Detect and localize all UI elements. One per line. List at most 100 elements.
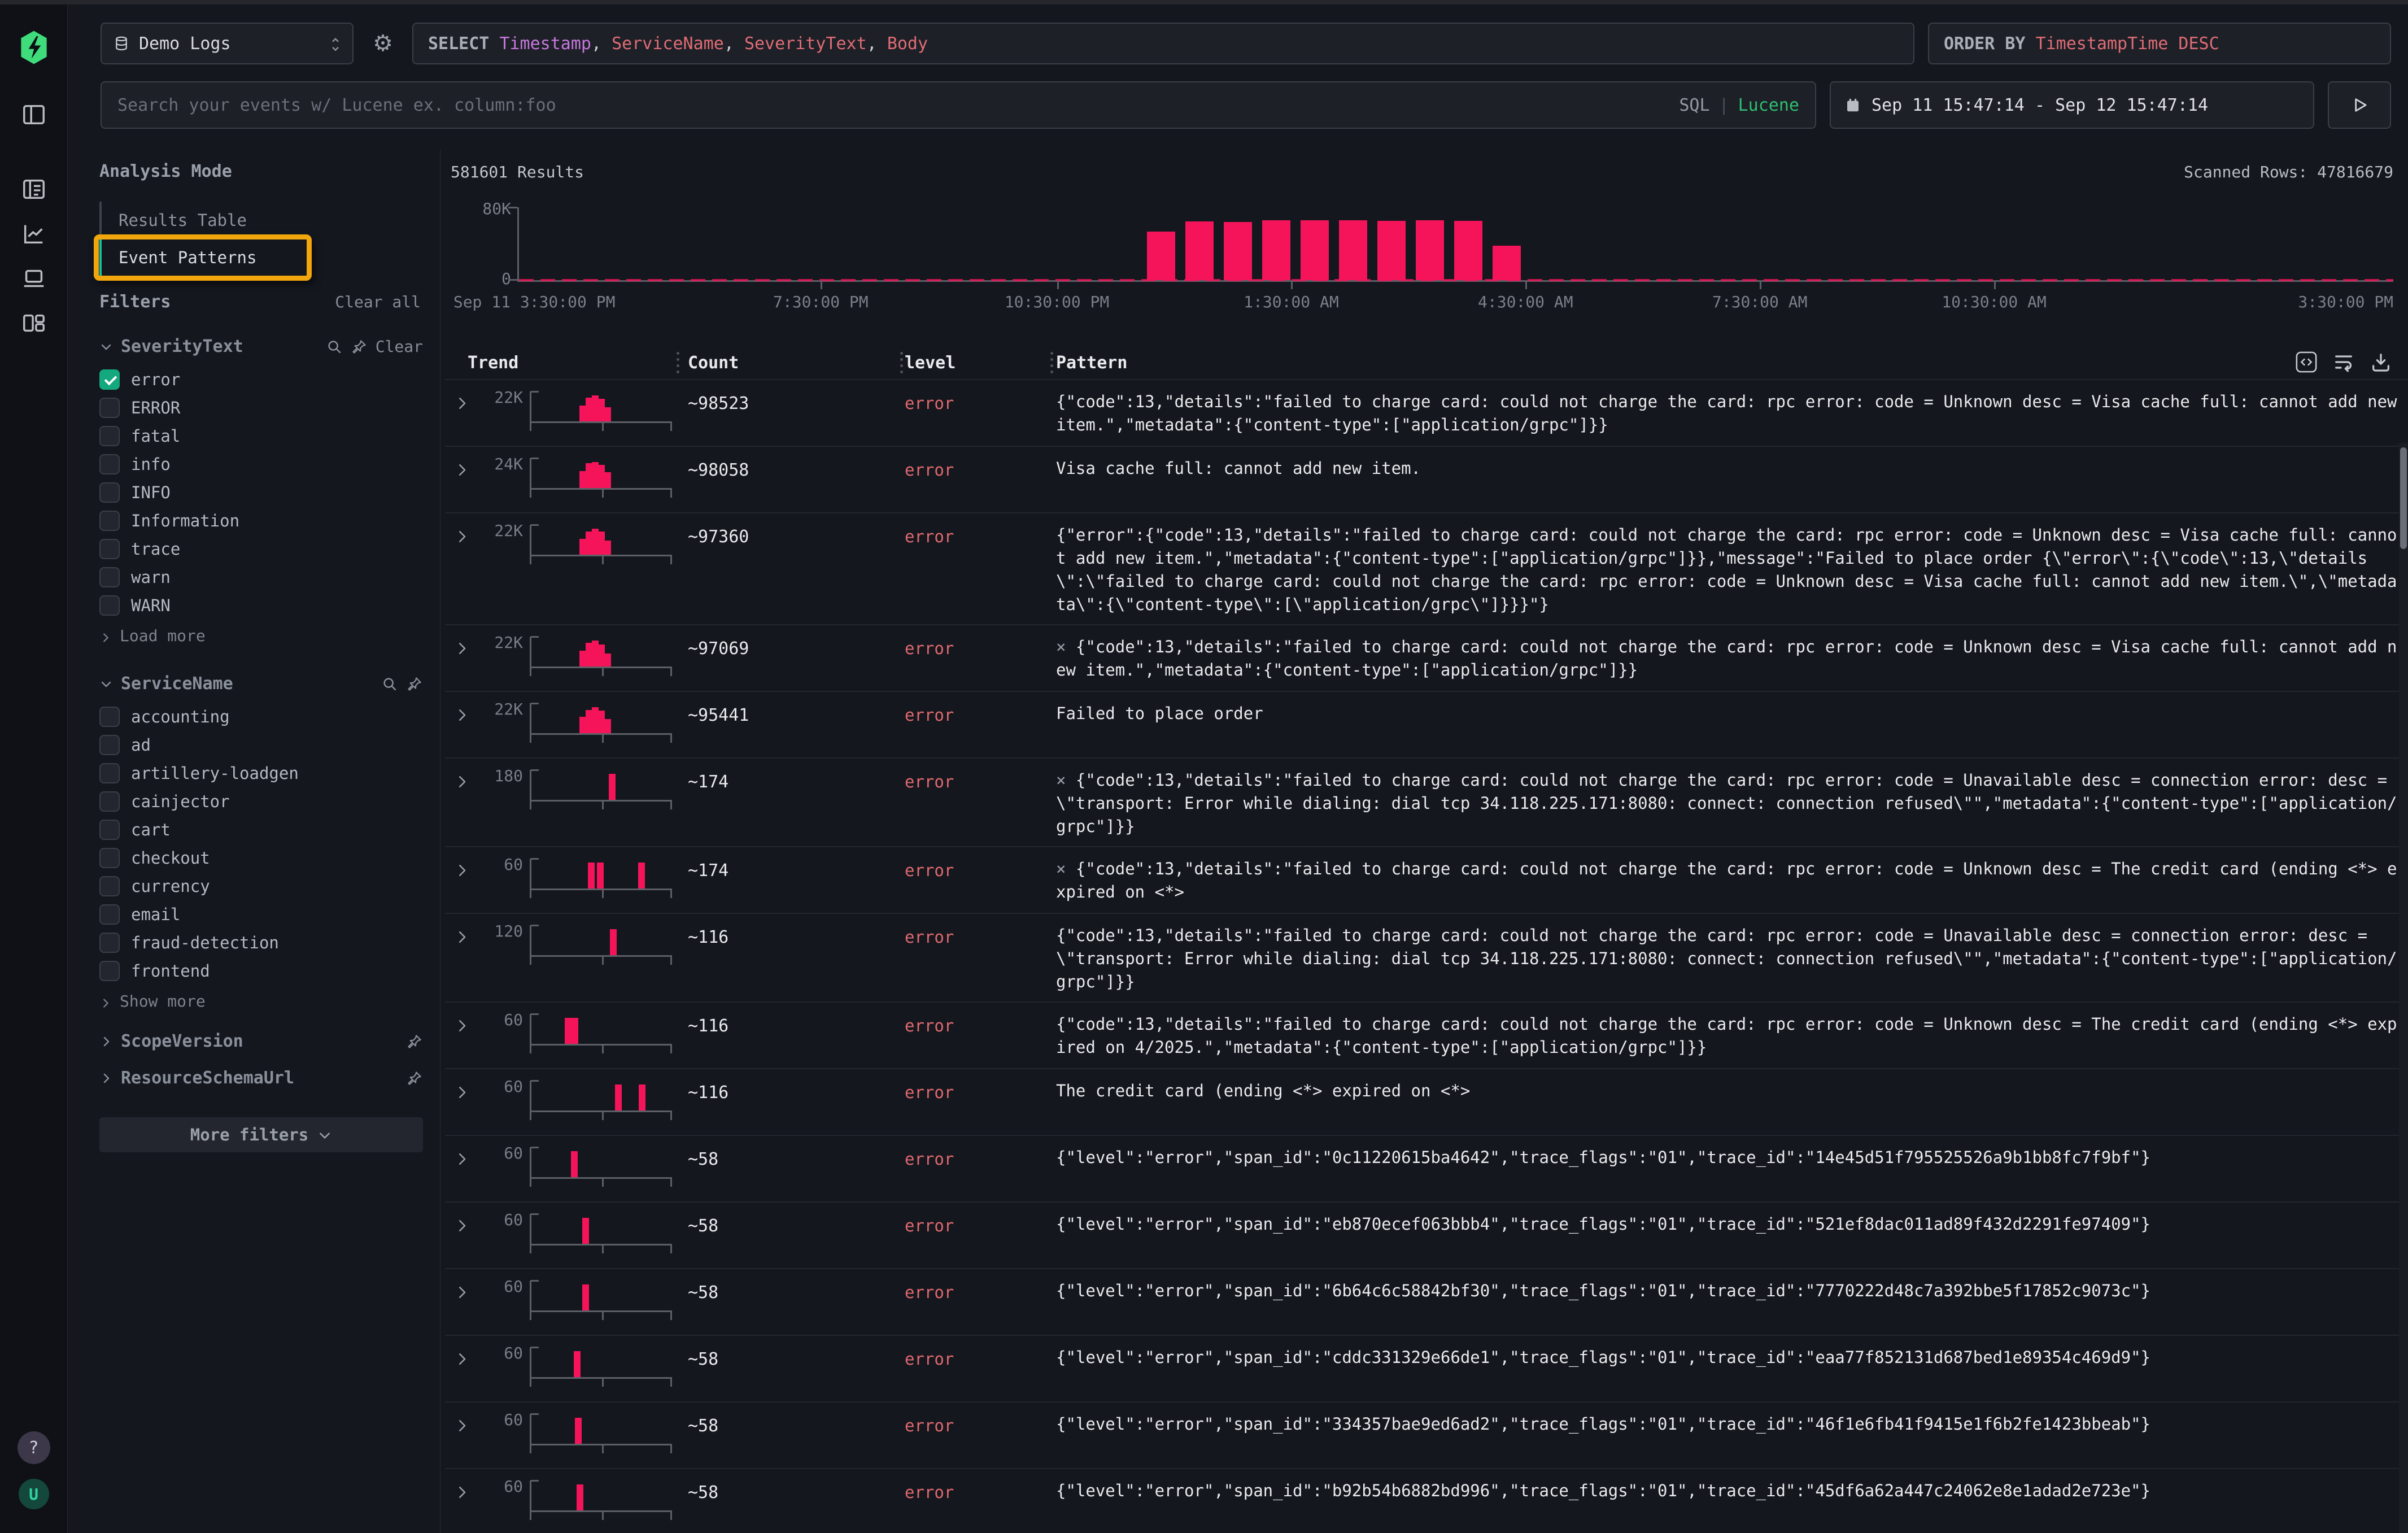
checkbox-checked[interactable] — [99, 369, 120, 390]
table-row[interactable]: 180~174error× {"code":13,"details":"fail… — [445, 757, 2408, 846]
more-filters-button[interactable]: More filters — [99, 1117, 423, 1152]
service-option[interactable]: cainjector — [99, 787, 429, 816]
code-view-icon[interactable] — [2295, 351, 2318, 373]
checkbox[interactable] — [99, 933, 120, 953]
service-option[interactable]: cart — [99, 816, 429, 844]
pin-icon[interactable] — [406, 1070, 423, 1087]
expand-chevron-icon[interactable] — [453, 1417, 470, 1434]
analysis-mode-event-patterns[interactable]: Event Patterns — [99, 239, 429, 276]
checkbox[interactable] — [99, 398, 120, 418]
expand-chevron-icon[interactable] — [453, 1217, 470, 1234]
histogram-bar[interactable] — [1224, 222, 1252, 280]
scrollbar-thumb[interactable] — [2400, 447, 2407, 549]
checkbox[interactable] — [99, 454, 120, 474]
histogram-bar[interactable] — [1262, 220, 1290, 280]
lucene-mode-button[interactable]: Lucene — [1738, 95, 1799, 115]
service-option[interactable]: fraud-detection — [99, 929, 429, 957]
expand-chevron-icon[interactable] — [453, 528, 470, 545]
table-row[interactable]: 60~58error{"level":"error","span_id":"b9… — [445, 1468, 2408, 1533]
checkbox[interactable] — [99, 904, 120, 925]
expand-chevron-icon[interactable] — [453, 929, 470, 946]
severity-option[interactable]: trace — [99, 535, 429, 563]
dashboards-icon[interactable] — [21, 310, 47, 336]
column-header-level[interactable]: level — [900, 346, 1050, 379]
expand-chevron-icon[interactable] — [453, 1284, 470, 1301]
checkbox[interactable] — [99, 707, 120, 727]
service-option[interactable]: checkout — [99, 844, 429, 872]
checkbox[interactable] — [99, 482, 120, 503]
severity-option[interactable]: info — [99, 450, 429, 478]
gear-icon[interactable]: ⚙ — [367, 23, 399, 64]
checkbox[interactable] — [99, 820, 120, 840]
download-icon[interactable] — [2370, 351, 2392, 373]
checkbox[interactable] — [99, 848, 120, 868]
source-select[interactable]: Demo Logs — [101, 23, 354, 64]
column-resize-handle[interactable] — [677, 352, 679, 373]
severity-load-more[interactable]: Load more — [99, 622, 429, 649]
chevron-down-icon[interactable] — [99, 677, 113, 691]
help-button[interactable]: ? — [18, 1431, 50, 1464]
histogram-bar[interactable] — [1416, 220, 1444, 280]
column-header-pattern[interactable]: Pattern — [1050, 346, 2408, 379]
date-range-picker[interactable]: Sep 11 15:47:14 - Sep 12 15:47:14 — [1830, 81, 2314, 129]
service-option[interactable]: email — [99, 900, 429, 929]
sidebar-toggle-icon[interactable] — [21, 102, 47, 128]
user-avatar[interactable]: U — [19, 1479, 49, 1509]
chevron-down-icon[interactable] — [99, 340, 113, 354]
severity-option[interactable]: ERROR — [99, 394, 429, 422]
histogram-bar[interactable] — [1301, 220, 1329, 280]
table-row[interactable]: 22K~98523error{"code":13,"details":"fail… — [445, 379, 2408, 446]
chart-explorer-icon[interactable] — [21, 221, 47, 247]
column-resize-handle[interactable] — [1050, 352, 1053, 373]
service-group-name[interactable]: ServiceName — [121, 674, 373, 694]
search-input[interactable] — [117, 95, 1668, 115]
severity-option[interactable]: warn — [99, 563, 429, 591]
expand-chevron-icon[interactable] — [453, 640, 470, 657]
resourceschemaurl-group-header[interactable]: ResourceSchemaUrl — [99, 1068, 429, 1088]
table-row[interactable]: 60~58error{"level":"error","span_id":"cd… — [445, 1335, 2408, 1401]
table-row[interactable]: 60~58error{"level":"error","span_id":"6b… — [445, 1268, 2408, 1335]
severity-option[interactable]: error — [99, 365, 429, 394]
column-header-trend[interactable]: Trend — [445, 346, 677, 379]
severity-option[interactable]: fatal — [99, 422, 429, 450]
severity-option[interactable]: INFO — [99, 478, 429, 507]
checkbox[interactable] — [99, 735, 120, 755]
scopeversion-group-header[interactable]: ScopeVersion — [99, 1031, 429, 1051]
expand-chevron-icon[interactable] — [453, 395, 470, 412]
service-option[interactable]: currency — [99, 872, 429, 900]
expand-chevron-icon[interactable] — [453, 1017, 470, 1034]
checkbox[interactable] — [99, 876, 120, 896]
table-row[interactable]: 120~116error{"code":13,"details":"failed… — [445, 913, 2408, 1001]
service-option[interactable]: accounting — [99, 703, 429, 731]
histogram-bar[interactable] — [1377, 221, 1406, 280]
severity-option[interactable]: WARN — [99, 591, 429, 620]
sessions-icon[interactable] — [21, 265, 47, 291]
service-option[interactable]: artillery-loadgen — [99, 759, 429, 787]
results-histogram[interactable]: 80K 0 Sep 11 3:30:00 PM7:30:00 PM10:30:0… — [445, 182, 2408, 324]
histogram-bar[interactable] — [1147, 232, 1175, 280]
pin-icon[interactable] — [406, 676, 423, 693]
service-option[interactable]: ad — [99, 731, 429, 759]
table-row[interactable]: 22K~97360error{"error":{"code":13,"detai… — [445, 512, 2408, 624]
table-row[interactable]: 60~116error{"code":13,"details":"failed … — [445, 1001, 2408, 1068]
table-row[interactable]: 60~58error{"level":"error","span_id":"eb… — [445, 1201, 2408, 1268]
table-row[interactable]: 60~58error{"level":"error","span_id":"33… — [445, 1401, 2408, 1468]
wrap-text-icon[interactable] — [2332, 351, 2355, 373]
histogram-bar[interactable] — [1339, 220, 1367, 280]
table-row[interactable]: 22K~95441errorFailed to place order — [445, 691, 2408, 757]
expand-chevron-icon[interactable] — [453, 773, 470, 790]
app-logo-icon[interactable] — [16, 29, 52, 66]
run-query-button[interactable] — [2328, 81, 2391, 129]
table-row[interactable]: 22K~97069error× {"code":13,"details":"fa… — [445, 624, 2408, 691]
analysis-mode-results-table[interactable]: Results Table — [99, 202, 429, 239]
select-editor[interactable]: SELECT Timestamp, ServiceName, SeverityT… — [412, 23, 1914, 64]
checkbox[interactable] — [99, 426, 120, 446]
expand-chevron-icon[interactable] — [453, 461, 470, 478]
checkbox[interactable] — [99, 791, 120, 812]
search-icon[interactable] — [326, 338, 343, 355]
service-show-more[interactable]: Show more — [99, 987, 429, 1014]
search-logs-icon[interactable] — [21, 176, 47, 202]
expand-chevron-icon[interactable] — [453, 1151, 470, 1168]
severity-clear-button[interactable]: Clear — [376, 337, 423, 356]
checkbox[interactable] — [99, 567, 120, 587]
